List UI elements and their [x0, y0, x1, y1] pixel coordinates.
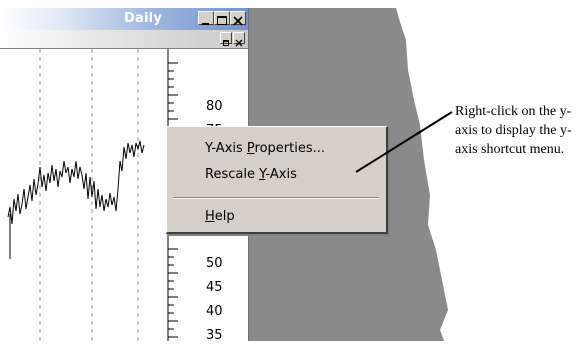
callout-pointer [355, 111, 453, 173]
callout-text: Right-click on the y-axis to display the… [455, 104, 572, 157]
